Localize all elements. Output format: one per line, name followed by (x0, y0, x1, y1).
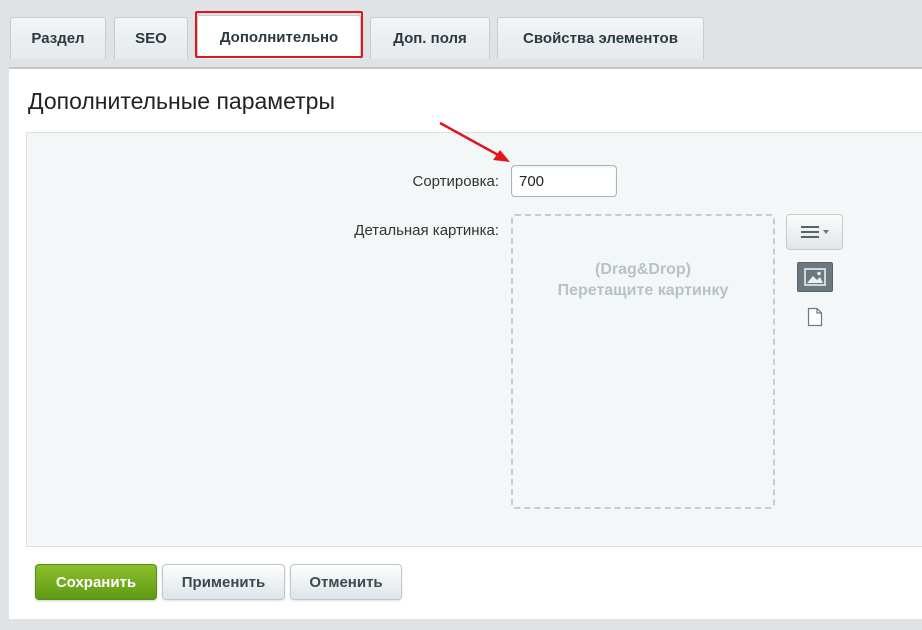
tab-additional[interactable]: Дополнительно (197, 15, 361, 59)
sort-input[interactable] (511, 165, 617, 197)
form-area: Сортировка: Детальная картинка: (Drag&Dr… (26, 132, 922, 547)
settings-panel: Дополнительные параметры Сортировка: Дет… (9, 67, 922, 619)
tab-extra-fields[interactable]: Доп. поля (370, 17, 490, 59)
tab-label: Раздел (31, 30, 85, 47)
picture-menu-button[interactable] (786, 214, 843, 250)
picture-dropzone[interactable]: (Drag&Drop) Перетащите картинку (511, 214, 775, 509)
dropzone-hint: (Drag&Drop) (595, 261, 691, 278)
tab-section[interactable]: Раздел (10, 17, 106, 59)
save-button[interactable]: Сохранить (35, 564, 157, 600)
sort-label: Сортировка: (412, 173, 500, 190)
tab-label: SEO (135, 30, 167, 47)
tab-label: Доп. поля (393, 30, 467, 47)
tab-seo[interactable]: SEO (114, 17, 188, 59)
tab-element-properties[interactable]: Свойства элементов (497, 17, 704, 59)
dropzone-text: Перетащите картинку (557, 282, 729, 299)
tab-label: Свойства элементов (523, 30, 678, 47)
hamburger-dropdown-icon (800, 226, 829, 238)
image-source-button[interactable] (797, 262, 833, 292)
image-icon (804, 268, 826, 286)
file-source-button[interactable] (807, 307, 823, 327)
tab-label: Дополнительно (219, 29, 339, 46)
apply-button[interactable]: Применить (162, 564, 285, 600)
cancel-button[interactable]: Отменить (290, 564, 402, 600)
tab-bar: Раздел SEO Дополнительно Доп. поля Свойс… (0, 0, 922, 68)
detail-picture-label: Детальная картинка: (354, 222, 499, 239)
panel-title: Дополнительные параметры (28, 88, 335, 114)
file-icon (807, 307, 823, 327)
